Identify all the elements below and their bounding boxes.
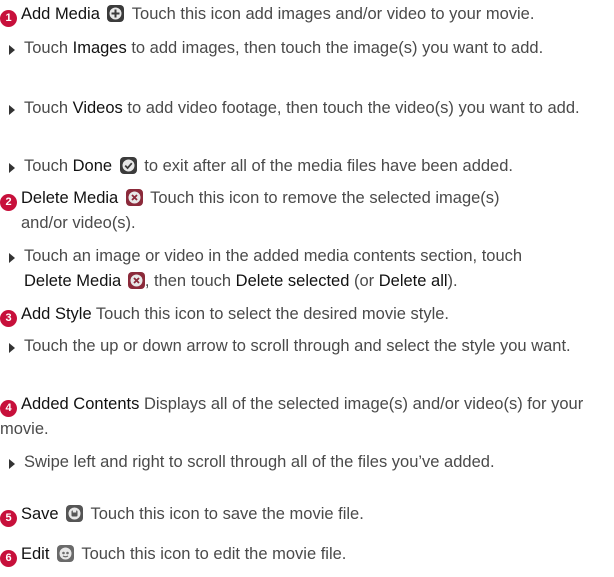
number-badge: 6 (0, 550, 17, 567)
term-videos: Videos (72, 99, 123, 117)
term-delete-all: Delete all (378, 272, 448, 290)
text: to exit after all of the media files hav… (139, 157, 513, 175)
item-delete-media: 2 Delete Media Touch this icon to remove … (0, 186, 612, 236)
term-delete-media: Delete Media (24, 272, 122, 290)
add-media-icon (107, 5, 125, 22)
text: Touch this icon to save the movie file. (90, 505, 364, 523)
help-page: 1 Add Media Touch this icon add images an… (0, 0, 614, 577)
text: (or (349, 272, 379, 290)
delete-media-icon (127, 272, 145, 289)
text: to add images, then touch the image(s) y… (126, 39, 544, 57)
number-badge: 1 (0, 10, 17, 27)
term: Edit (21, 545, 50, 563)
term-done: Done (72, 157, 113, 175)
term-added-contents: Added Contents (21, 395, 140, 413)
bullet-style: Touch the up or down arrow to scroll thr… (9, 334, 614, 359)
term-add-style: Add Style (21, 305, 92, 323)
bullet-arrow-icon (9, 105, 15, 115)
text: Touch (24, 39, 73, 57)
text: and/or video(s). (21, 214, 136, 232)
save-icon (66, 505, 84, 522)
bullet-images: Touch Images to add images, then touch t… (9, 36, 614, 61)
delete-media-icon (125, 189, 143, 206)
bullet-done: Touch Done to exit after all of the medi… (9, 154, 614, 179)
bullet-delete: Touch an image or video in the added med… (9, 244, 614, 294)
number-badge: 4 (0, 400, 17, 417)
edit-icon (57, 545, 75, 562)
item-added-contents: 4 Added Contents Displays all of the sele… (0, 392, 612, 442)
item-add-style: 3 Add Style Touch this icon to select the… (0, 302, 612, 327)
number-badge: 5 (0, 510, 17, 527)
text: Touch (24, 99, 73, 117)
bullet-arrow-icon (9, 45, 15, 55)
number-badge: 2 (0, 194, 17, 211)
term-add-media: Add Media (21, 5, 100, 23)
bullet-arrow-icon (9, 253, 15, 263)
item-save: 5 Save Touch this icon to save the movie … (0, 502, 612, 527)
bullet-arrow-icon (9, 163, 15, 173)
text: to add video footage, then touch the vid… (122, 99, 580, 117)
term: Save (21, 505, 59, 523)
term-images: Images (72, 39, 127, 57)
text: Touch this icon to remove the selected i… (150, 189, 500, 207)
bullet-videos: Touch Videos to add video footage, then … (9, 96, 614, 121)
bullet-swipe: Swipe left and right to scroll through a… (9, 450, 614, 475)
bullet-arrow-icon (9, 343, 15, 353)
done-check-icon (119, 157, 137, 174)
text: Swipe left and right to scroll through a… (24, 453, 495, 471)
term-delete-media: Delete Media (21, 189, 119, 207)
number-badge: 3 (0, 310, 17, 327)
item-add-media: 1 Add Media Touch this icon add images an… (0, 2, 612, 27)
text: Touch this icon to select the desired mo… (95, 305, 450, 323)
text: Touch this icon to edit the movie file. (81, 545, 347, 563)
item-edit: 6 Edit Touch this icon to edit the movie … (0, 542, 612, 567)
add-media-description: Touch this icon add images and/or video … (131, 5, 535, 23)
text: Touch an image or video in the added med… (24, 247, 523, 265)
bullet-arrow-icon (9, 459, 15, 469)
text: Touch (24, 157, 73, 175)
text: ). (447, 272, 458, 290)
term-delete-selected: Delete selected (235, 272, 350, 290)
text: Touch the up or down arrow to scroll thr… (24, 337, 571, 355)
text: , then touch (144, 272, 236, 290)
